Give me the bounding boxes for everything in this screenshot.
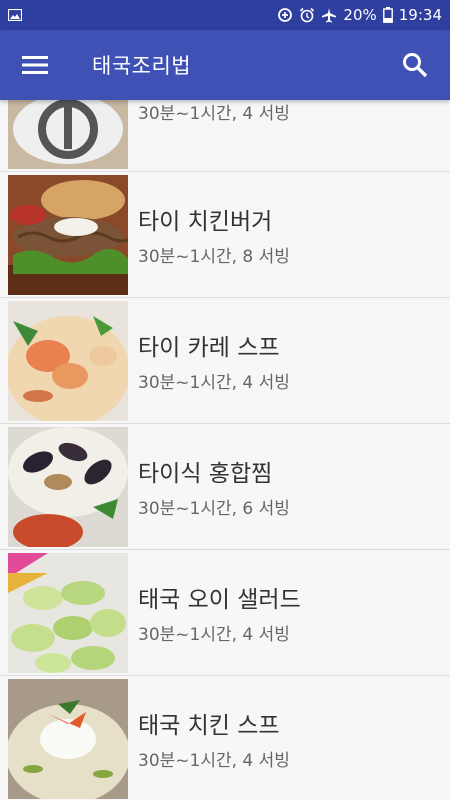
recipe-list-item[interactable]: 태국 치킨 스프 30분~1시간, 4 서빙 (0, 676, 450, 800)
recipe-list-item[interactable]: 태국 오이 샐러드 30분~1시간, 4 서빙 (0, 550, 450, 676)
menu-button[interactable] (20, 50, 50, 80)
status-bar: 20% 19:34 (0, 0, 450, 30)
cucumber-salad-image (8, 552, 128, 673)
recipe-name: 타이 치킨버거 (138, 209, 273, 235)
clock: 19:34 (398, 6, 442, 24)
recipe-thumbnail (8, 174, 128, 295)
recipe-list-item[interactable]: 타이식 홍합찜 30분~1시간, 6 서빙 (0, 424, 450, 550)
recipe-thumbnail (8, 426, 128, 547)
recipe-meta: 30분~1시간, 4 서빙 (138, 373, 290, 393)
recipe-name: 태국 치킨 스프 (138, 713, 280, 739)
recipe-thumbnail (8, 100, 128, 169)
recipe-meta: 30분~1시간, 4 서빙 (138, 751, 290, 771)
airplane-mode-icon (322, 8, 337, 23)
recipe-name: 타이식 홍합찜 (138, 461, 273, 487)
recipe-name: 태국 오이 샐러드 (138, 587, 301, 613)
status-right: 20% 19:34 (277, 6, 442, 24)
recipe-meta: 30분~1시간, 4 서빙 (138, 104, 290, 124)
recipe-meta: 30분~1시간, 8 서빙 (138, 247, 290, 267)
search-icon (403, 53, 428, 78)
search-button[interactable] (400, 50, 430, 80)
battery-percent: 20% (343, 6, 377, 24)
battery-icon (382, 7, 393, 23)
recipe-list-item[interactable]: 타이 치킨버거 30분~1시간, 8 서빙 (0, 172, 450, 298)
curry-soup-image (8, 300, 128, 421)
recipe-image-partial (8, 100, 128, 169)
chicken-burger-image (8, 174, 128, 295)
status-left (8, 9, 22, 21)
image-icon (8, 9, 22, 21)
recipe-meta: 30분~1시간, 6 서빙 (138, 499, 290, 519)
app-bar: 태국조리법 (0, 30, 450, 100)
steamed-mussels-image (8, 426, 128, 547)
recipe-list-item[interactable]: 30분~1시간, 4 서빙 (0, 100, 450, 172)
recipe-meta: 30분~1시간, 4 서빙 (138, 625, 290, 645)
recipe-list[interactable]: 30분~1시간, 4 서빙 타이 치킨버거 30분~1시간, 8 서빙 타이 카… (0, 100, 450, 800)
recipe-thumbnail (8, 552, 128, 673)
hamburger-menu-icon (22, 56, 48, 74)
recipe-list-item[interactable]: 타이 카레 스프 30분~1시간, 4 서빙 (0, 298, 450, 424)
recipe-thumbnail (8, 300, 128, 421)
page-title: 태국조리법 (92, 54, 192, 78)
chicken-soup-image (8, 678, 128, 799)
data-saver-icon (278, 8, 293, 22)
alarm-icon (300, 7, 315, 23)
recipe-name: 타이 카레 스프 (138, 335, 280, 361)
recipe-thumbnail (8, 678, 128, 799)
